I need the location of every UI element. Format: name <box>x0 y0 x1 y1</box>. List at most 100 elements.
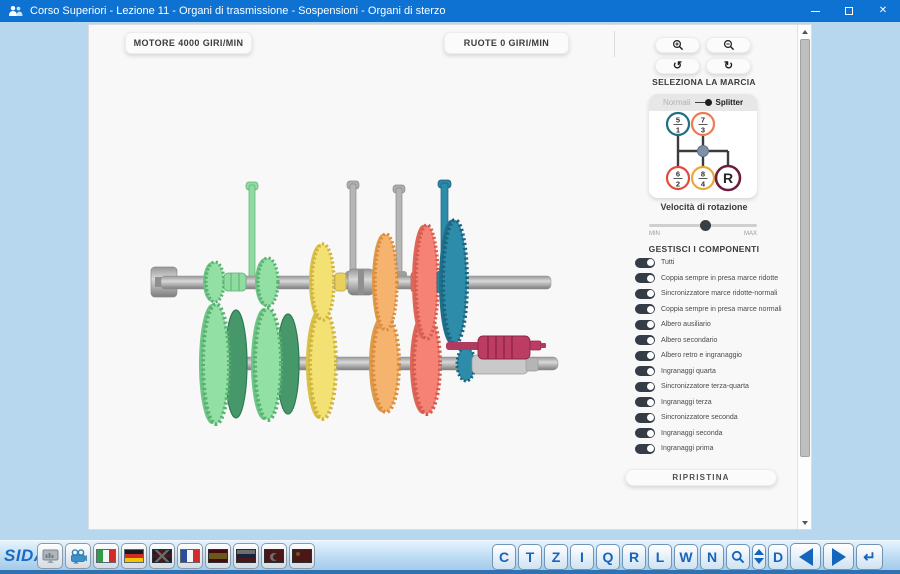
toggle-knob <box>647 321 654 328</box>
toggle-knob <box>647 383 654 390</box>
scroll-up-button[interactable] <box>798 25 811 38</box>
italy-flag-icon <box>96 549 116 563</box>
component-label: Ingranaggi terza <box>661 399 712 406</box>
language-spanish-button[interactable] <box>205 543 231 569</box>
toggle-tutti[interactable] <box>635 258 655 268</box>
speed-slider-thumb[interactable] <box>700 220 711 231</box>
speed-slider[interactable] <box>649 219 757 231</box>
gear-6-2[interactable]: 6 2 <box>667 167 689 189</box>
component-row-ingranaggi-quarta: Ingranaggi quarta <box>635 364 797 380</box>
rotate-left-button[interactable]: ↺ <box>655 58 700 74</box>
key-w-button[interactable]: W <box>674 544 698 570</box>
mode-splitter-label[interactable]: Splitter <box>716 98 744 107</box>
turkey-flag-icon <box>264 549 284 563</box>
language-french-button[interactable] <box>177 543 203 569</box>
key-d-button[interactable]: D <box>768 544 788 570</box>
toggle-knob <box>647 414 654 421</box>
key-c-button[interactable]: C <box>492 544 516 570</box>
maximize-icon <box>845 7 853 15</box>
key-n-button[interactable]: N <box>700 544 724 570</box>
key-r-button[interactable]: R <box>622 544 646 570</box>
spinner-button[interactable] <box>752 544 766 570</box>
spin-down-icon <box>754 558 764 564</box>
lesson-canvas: MOTORE 4000 GIRI/MIN RUOTE 0 GIRI/MIN ↺ … <box>88 24 812 530</box>
shift-knob[interactable] <box>698 146 709 157</box>
toggle-albero-secondario[interactable] <box>635 335 655 345</box>
svg-text:R: R <box>723 170 733 186</box>
toggle-ingranaggi-terza[interactable] <box>635 397 655 407</box>
toggle-coppia-ridotte[interactable] <box>635 273 655 283</box>
minimize-icon <box>811 11 820 12</box>
gear-7-3[interactable]: 7 3 <box>692 113 714 135</box>
toggle-albero-ausiliario[interactable] <box>635 320 655 330</box>
component-row-albero-retro: Albero retro e ingranaggio <box>635 348 797 364</box>
gear-8-4[interactable]: 8 4 <box>692 167 714 189</box>
rotate-left-icon: ↺ <box>673 61 682 72</box>
close-button[interactable]: ✕ <box>866 0 900 22</box>
rotate-right-icon: ↻ <box>724 61 733 72</box>
component-label: Ingranaggi quarta <box>661 368 716 375</box>
toggle-ingranaggi-quarta[interactable] <box>635 366 655 376</box>
key-l-button[interactable]: L <box>648 544 672 570</box>
key-q-button[interactable]: Q <box>596 544 620 570</box>
enter-button[interactable]: ↵ <box>856 544 883 570</box>
maximize-button[interactable] <box>832 0 866 22</box>
minimize-button[interactable] <box>798 0 832 22</box>
toggle-knob <box>647 290 654 297</box>
close-icon: ✕ <box>879 6 887 16</box>
gear-5-1[interactable]: 5 1 <box>667 113 689 135</box>
mode-normali-label[interactable]: Normali <box>663 98 691 107</box>
monitor-icon <box>42 549 59 564</box>
china-flag-icon <box>292 549 312 563</box>
rotate-right-button[interactable]: ↻ <box>706 58 751 74</box>
mode-toggle[interactable] <box>695 99 712 107</box>
gear-selector-panel: Normali Splitter 5 1 7 <box>649 94 757 198</box>
component-row-sincro-ridotte: Sincronizzatore marce ridotte-normali <box>635 286 797 302</box>
next-button[interactable] <box>823 543 854 570</box>
language-italian-button[interactable] <box>93 543 119 569</box>
language-english-button[interactable] <box>149 543 175 569</box>
language-german-button[interactable] <box>121 543 147 569</box>
video-button[interactable] <box>65 543 91 569</box>
toolbar-bottom-strip <box>0 570 900 574</box>
title-bar: Corso Superiori - Lezione 11 - Organi di… <box>0 0 900 22</box>
gear-reverse[interactable]: R <box>716 166 740 190</box>
toggle-ingranaggi-prima[interactable] <box>635 444 655 454</box>
component-row-tutti: Tutti <box>635 255 797 271</box>
russia-flag-icon <box>236 549 256 563</box>
toggle-coppia-normali[interactable] <box>635 304 655 314</box>
key-t-button[interactable]: T <box>518 544 542 570</box>
component-row-ingranaggi-seconda: Ingranaggi seconda <box>635 426 797 442</box>
zoom-out-button[interactable] <box>706 37 751 53</box>
arrow-left-icon <box>799 548 813 566</box>
scroll-down-button[interactable] <box>798 516 811 529</box>
zoom-in-button[interactable] <box>655 37 700 53</box>
toggle-sincro-ridotte[interactable] <box>635 289 655 299</box>
toggle-knob <box>647 259 654 266</box>
engine-rpm-button[interactable]: MOTORE 4000 GIRI/MIN <box>125 32 252 54</box>
language-russian-button[interactable] <box>233 543 259 569</box>
toggle-sincro-terza-quarta[interactable] <box>635 382 655 392</box>
svg-text:3: 3 <box>701 126 705 135</box>
language-turkish-button[interactable] <box>261 543 287 569</box>
key-i-button[interactable]: I <box>570 544 594 570</box>
reset-button[interactable]: RIPRISTINA <box>625 469 777 486</box>
vertical-scrollbar[interactable] <box>797 25 811 529</box>
language-chinese-button[interactable] <box>289 543 315 569</box>
toggle-ingranaggi-seconda[interactable] <box>635 428 655 438</box>
previous-button[interactable] <box>790 543 821 570</box>
toggle-knob <box>647 306 654 313</box>
key-z-button[interactable]: Z <box>544 544 568 570</box>
component-label: Albero secondario <box>661 337 717 344</box>
wheels-rpm-button[interactable]: RUOTE 0 GIRI/MIN <box>444 32 569 54</box>
france-flag-icon <box>180 549 200 563</box>
simulation-button[interactable] <box>37 543 63 569</box>
toggle-albero-retro[interactable] <box>635 351 655 361</box>
toggle-sincro-seconda[interactable] <box>635 413 655 423</box>
component-label: Ingranaggi seconda <box>661 430 723 437</box>
search-button[interactable] <box>726 544 750 570</box>
component-row-coppia-normali: Coppia sempre in presa marce normali <box>635 302 797 318</box>
shift-pattern-diagram[interactable]: 5 1 7 3 6 2 8 4 <box>649 111 757 198</box>
component-row-ingranaggi-terza: Ingranaggi terza <box>635 395 797 411</box>
scrollbar-thumb[interactable] <box>800 39 810 457</box>
